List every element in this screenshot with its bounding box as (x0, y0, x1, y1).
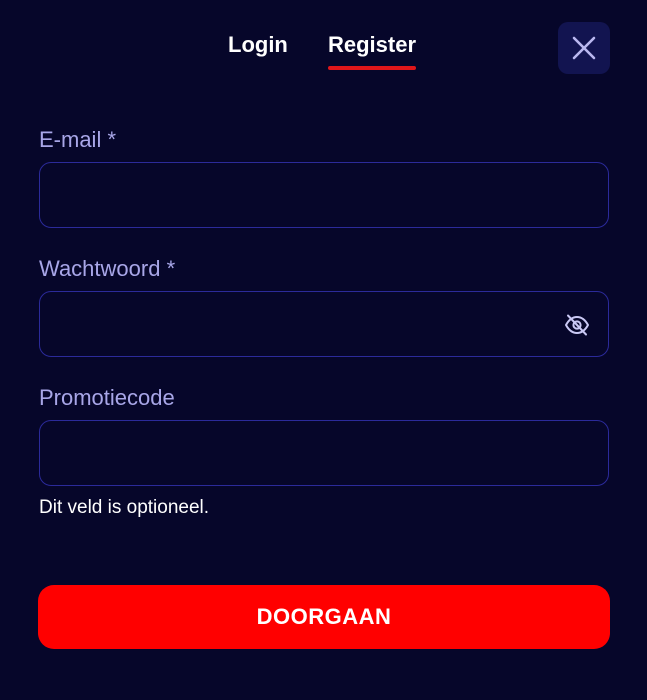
tab-register-label: Register (328, 32, 417, 57)
promo-helper-text: Dit veld is optioneel. (39, 497, 210, 518)
continue-button[interactable]: DOORGAAN (38, 585, 610, 649)
close-icon (572, 36, 596, 60)
auth-tabs: Login Register (0, 30, 647, 74)
register-modal: Login Register E-mail * Wachtwoord * Pro… (0, 0, 647, 700)
active-tab-indicator (328, 66, 417, 70)
password-field[interactable] (39, 291, 609, 357)
tab-login-label: Login (228, 32, 288, 57)
password-visibility-toggle[interactable] (562, 311, 592, 339)
close-button[interactable] (558, 22, 610, 74)
promo-code-field[interactable] (39, 420, 609, 486)
password-label: Wachtwoord * (39, 256, 176, 281)
tab-login[interactable]: Login (228, 30, 288, 60)
eye-off-icon (565, 314, 589, 336)
tab-register[interactable]: Register (328, 30, 417, 70)
email-label: E-mail * (39, 127, 117, 152)
email-field[interactable] (39, 162, 609, 228)
promo-label: Promotiecode (39, 385, 175, 410)
